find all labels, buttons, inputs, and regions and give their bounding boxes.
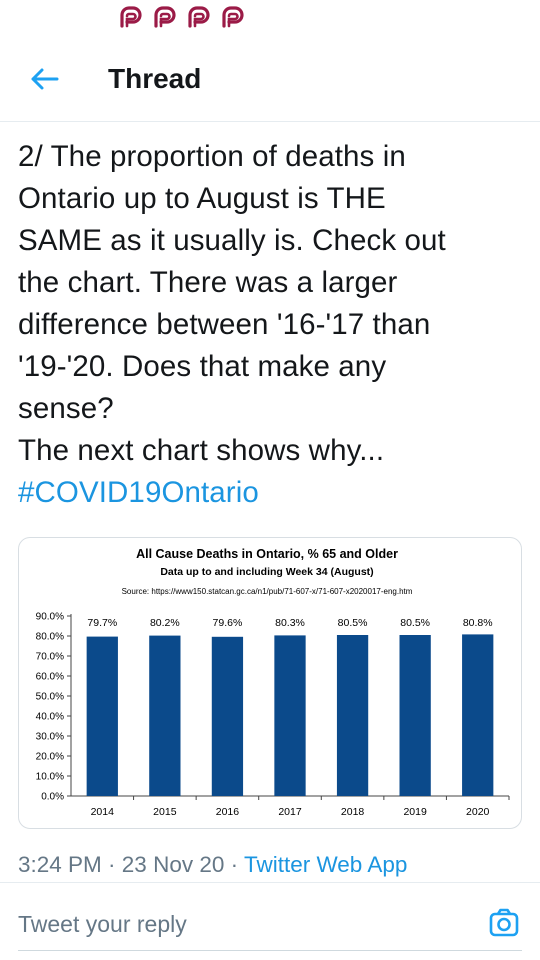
bar-data-label: 79.7% [87, 617, 117, 629]
chart-bar [399, 635, 431, 796]
x-tick-label: 2016 [216, 806, 240, 818]
chart-bar [211, 636, 244, 796]
chart-bar [462, 634, 494, 796]
bar-data-label: 80.2% [150, 617, 180, 629]
status-bar [0, 0, 540, 36]
bar-data-label: 80.5% [400, 617, 430, 629]
notification-icons [118, 6, 246, 28]
y-tick-label: 70.0% [36, 652, 64, 663]
y-tick-label: 10.0% [36, 772, 64, 783]
parler-icon [154, 6, 176, 28]
bar-data-label: 79.6% [213, 617, 243, 629]
y-tick-label: 40.0% [36, 712, 64, 723]
y-tick-label: 0.0% [41, 792, 64, 803]
bar-data-label: 80.3% [275, 617, 305, 629]
tweet-image-chart[interactable]: All Cause Deaths in Ontario, % 65 and Ol… [18, 537, 522, 829]
x-tick-label: 2020 [466, 806, 490, 818]
thread-header: Thread [0, 36, 540, 122]
parler-icon [188, 6, 210, 28]
chart-title: All Cause Deaths in Ontario, % 65 and Ol… [136, 547, 398, 561]
x-tick-label: 2015 [153, 806, 177, 818]
reply-bar [18, 905, 519, 945]
y-tick-label: 20.0% [36, 752, 64, 763]
tweet-body: 2/ The proportion of deaths in Ontario u… [18, 136, 523, 514]
x-tick-label: 2018 [341, 806, 365, 818]
tweet-meta: 3:24 PM · 23 Nov 20 · Twitter Web App [18, 850, 407, 880]
bar-chart: All Cause Deaths in Ontario, % 65 and Ol… [36, 547, 510, 818]
camera-button[interactable] [486, 905, 522, 941]
hashtag-link[interactable]: #COVID19Ontario [18, 472, 523, 514]
parler-icon [222, 6, 244, 28]
x-tick-label: 2014 [91, 806, 115, 818]
reply-underline [18, 950, 522, 951]
y-tick-label: 50.0% [36, 692, 64, 703]
chart-subtitle: Data up to and including Week 34 (August… [160, 566, 373, 578]
chart-bar [336, 635, 369, 796]
camera-icon [489, 908, 519, 937]
parler-icon [120, 6, 142, 28]
back-arrow-icon [31, 68, 59, 90]
chart-bar [274, 635, 306, 796]
bar-data-label: 80.5% [338, 617, 368, 629]
tweet-source-link[interactable]: Twitter Web App [244, 852, 407, 877]
thread-page: Thread 2/ The proportion of deaths in On… [0, 0, 540, 960]
bar-data-label: 80.8% [463, 617, 493, 629]
x-tick-label: 2019 [403, 806, 427, 818]
y-tick-label: 60.0% [36, 672, 64, 683]
chart-bar [149, 635, 181, 796]
chart-bar [86, 636, 118, 796]
tweet-timestamp: 3:24 PM · 23 Nov 20 · [18, 852, 244, 877]
y-tick-label: 90.0% [36, 612, 64, 623]
y-tick-label: 30.0% [36, 732, 64, 743]
page-title: Thread [108, 63, 202, 94]
x-tick-label: 2017 [278, 806, 302, 818]
chart-source-note: Source: https://www150.statcan.gc.ca/n1/… [122, 587, 413, 596]
y-tick-label: 80.0% [36, 632, 64, 643]
back-button[interactable] [24, 62, 64, 96]
tweet-text: 2/ The proportion of deaths in Ontario u… [18, 140, 446, 467]
reply-input[interactable] [18, 905, 458, 943]
divider [0, 882, 540, 883]
